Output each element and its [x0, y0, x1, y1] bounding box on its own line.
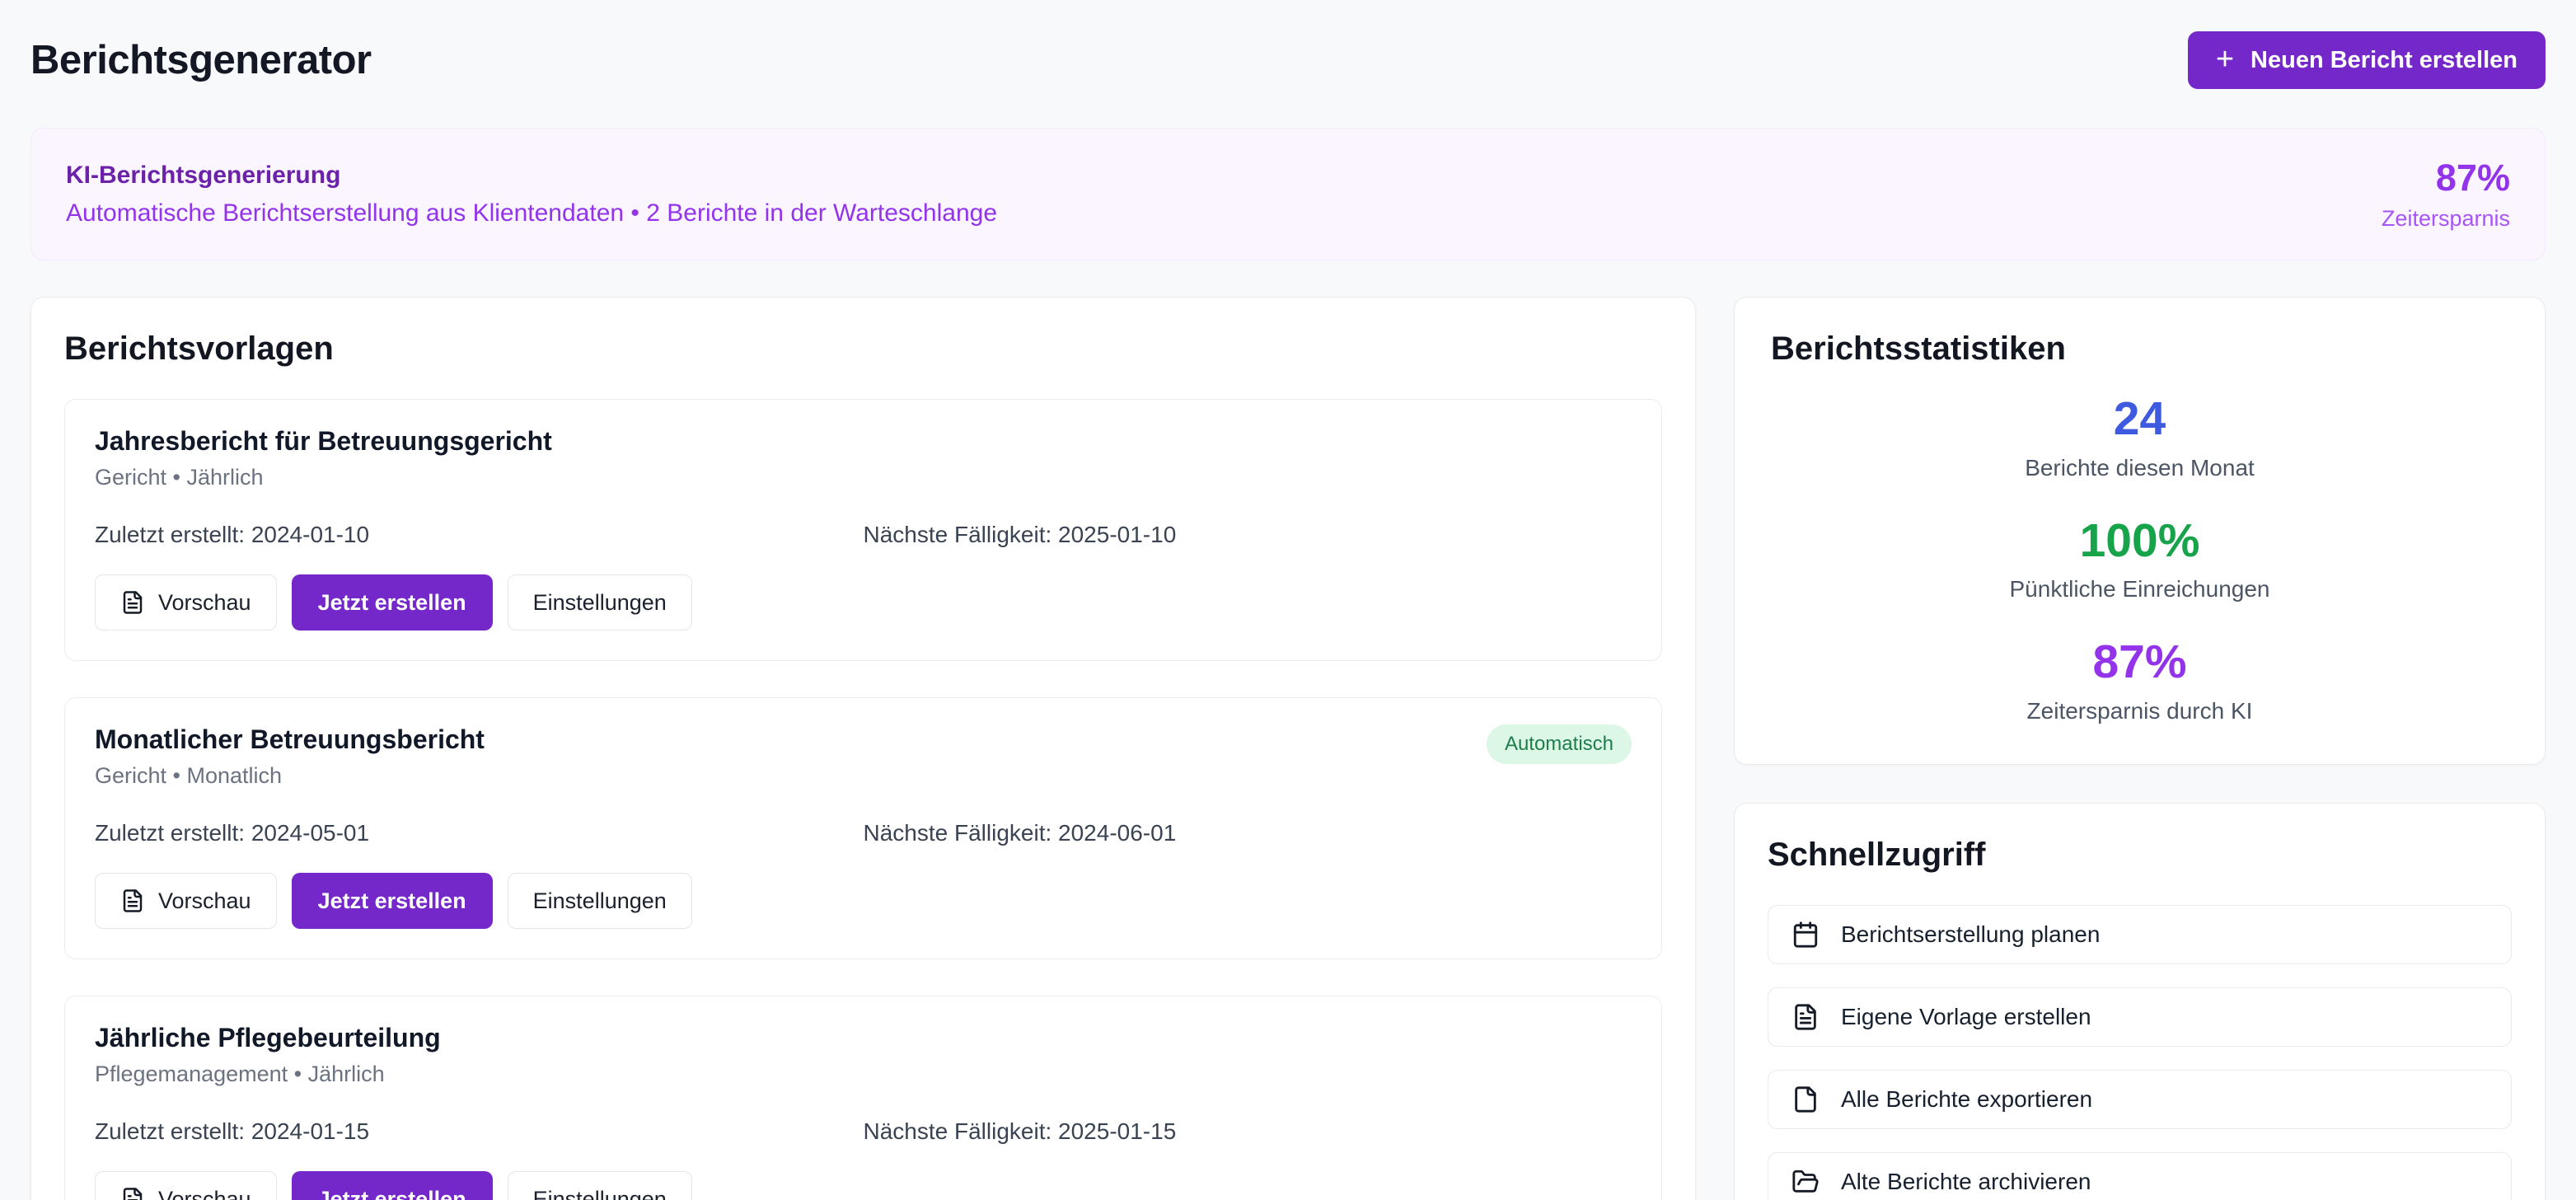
template-head: Monatlicher Betreuungsbericht Gericht • … — [95, 724, 1632, 789]
template-head-text: Jahresbericht für Betreuungsgericht Geri… — [95, 426, 552, 490]
ai-banner-stat-value: 87% — [2382, 157, 2510, 199]
settings-button-label: Einstellungen — [533, 590, 667, 616]
file-text-icon — [120, 590, 145, 615]
new-report-button[interactable]: + Neuen Bericht erstellen — [2188, 31, 2546, 89]
archive-reports-button[interactable]: Alte Berichte archivieren — [1768, 1152, 2512, 1200]
file-text-icon — [120, 888, 145, 913]
new-report-button-label: Neuen Bericht erstellen — [2250, 47, 2517, 74]
template-meta: Gericht • Monatlich — [95, 763, 485, 789]
settings-button[interactable]: Einstellungen — [508, 873, 692, 929]
generate-now-button[interactable]: Jetzt erstellen — [292, 873, 493, 929]
template-next-due: Nächste Fälligkeit: 2024-06-01 — [864, 820, 1632, 846]
stat-on-time-submissions: 100% Pünktliche Einreichungen — [1771, 514, 2508, 603]
export-reports-button[interactable]: Alle Berichte exportieren — [1768, 1070, 2512, 1129]
quick-access-section-title: Schnellzugriff — [1768, 837, 2512, 874]
ai-banner-stat: 87% Zeitersparnis — [2382, 157, 2510, 232]
template-head-text: Monatlicher Betreuungsbericht Gericht • … — [95, 724, 485, 789]
stat-label: Berichte diesen Monat — [1771, 455, 2508, 481]
stat-value: 24 — [1771, 392, 2508, 447]
template-actions: Vorschau Jetzt erstellen Einstellungen — [95, 873, 1632, 929]
template-title: Monatlicher Betreuungsbericht — [95, 724, 485, 755]
preview-button-label: Vorschau — [158, 590, 251, 616]
plus-icon: + — [2216, 44, 2234, 75]
template-dates: Zuletzt erstellt: 2024-01-15 Nächste Fäl… — [95, 1118, 1632, 1145]
main-content: Berichtsvorlagen Jahresbericht für Betre… — [30, 297, 2546, 1200]
generate-now-button-label: Jetzt erstellen — [318, 888, 466, 914]
template-card: Monatlicher Betreuungsbericht Gericht • … — [64, 697, 1662, 959]
file-text-icon — [120, 1187, 145, 1200]
template-meta: Gericht • Jährlich — [95, 465, 552, 490]
preview-button[interactable]: Vorschau — [95, 574, 277, 630]
template-dates: Zuletzt erstellt: 2024-05-01 Nächste Fäl… — [95, 820, 1632, 846]
quick-access-card: Schnellzugriff Berichtserstellung planen… — [1734, 803, 2546, 1200]
settings-button-label: Einstellungen — [533, 1187, 667, 1200]
schedule-report-label: Berichtserstellung planen — [1841, 921, 2100, 948]
preview-button-label: Vorschau — [158, 1187, 251, 1200]
create-template-label: Eigene Vorlage erstellen — [1841, 1004, 2091, 1030]
preview-button[interactable]: Vorschau — [95, 1171, 277, 1200]
template-title: Jährliche Pflegebeurteilung — [95, 1023, 441, 1053]
page-header: Berichtsgenerator + Neuen Bericht erstel… — [30, 0, 2546, 89]
template-card: Jahresbericht für Betreuungsgericht Geri… — [64, 399, 1662, 661]
template-title: Jahresbericht für Betreuungsgericht — [95, 426, 552, 457]
stats-card: Berichtsstatistiken 24 Berichte diesen M… — [1734, 297, 2546, 765]
settings-button-label: Einstellungen — [533, 888, 667, 914]
file-text-icon — [1791, 1003, 1820, 1031]
export-reports-label: Alle Berichte exportieren — [1841, 1086, 2092, 1113]
template-next-due: Nächste Fälligkeit: 2025-01-15 — [864, 1118, 1632, 1145]
file-icon — [1791, 1085, 1820, 1113]
archive-reports-label: Alte Berichte archivieren — [1841, 1169, 2091, 1195]
templates-section-title: Berichtsvorlagen — [64, 330, 1662, 368]
ai-banner-subtitle: Automatische Berichtserstellung aus Klie… — [66, 199, 997, 227]
generate-now-button-label: Jetzt erstellen — [318, 1187, 466, 1200]
calendar-icon — [1791, 921, 1820, 949]
page-title: Berichtsgenerator — [30, 37, 372, 83]
template-meta: Pflegemanagement • Jährlich — [95, 1062, 441, 1087]
settings-button[interactable]: Einstellungen — [508, 574, 692, 630]
schedule-report-button[interactable]: Berichtserstellung planen — [1768, 905, 2512, 964]
stat-time-saved: 87% Zeitersparnis durch KI — [1771, 635, 2508, 724]
stats-section-title: Berichtsstatistiken — [1771, 330, 2508, 368]
folder-open-icon — [1791, 1168, 1820, 1196]
stat-reports-this-month: 24 Berichte diesen Monat — [1771, 392, 2508, 481]
ai-banner-stat-label: Zeitersparnis — [2382, 206, 2510, 232]
generate-now-button[interactable]: Jetzt erstellen — [292, 574, 493, 630]
automatic-badge: Automatisch — [1487, 724, 1632, 764]
template-card: Jährliche Pflegebeurteilung Pflegemanage… — [64, 996, 1662, 1200]
preview-button-label: Vorschau — [158, 888, 251, 914]
template-actions: Vorschau Jetzt erstellen Einstellungen — [95, 1171, 1632, 1200]
report-generator-page: Berichtsgenerator + Neuen Bericht erstel… — [0, 0, 2576, 1200]
stat-value: 100% — [1771, 514, 2508, 569]
settings-button[interactable]: Einstellungen — [508, 1171, 692, 1200]
ai-banner-title: KI-Berichtsgenerierung — [66, 162, 997, 190]
template-head: Jährliche Pflegebeurteilung Pflegemanage… — [95, 1023, 1632, 1087]
template-actions: Vorschau Jetzt erstellen Einstellungen — [95, 574, 1632, 630]
ai-banner-text: KI-Berichtsgenerierung Automatische Beri… — [66, 162, 997, 227]
template-next-due: Nächste Fälligkeit: 2025-01-10 — [864, 522, 1632, 548]
stat-value: 87% — [1771, 635, 2508, 690]
template-last-created: Zuletzt erstellt: 2024-01-10 — [95, 522, 864, 548]
templates-card: Berichtsvorlagen Jahresbericht für Betre… — [30, 297, 1696, 1200]
template-head: Jahresbericht für Betreuungsgericht Geri… — [95, 426, 1632, 490]
ai-generation-banner: KI-Berichtsgenerierung Automatische Beri… — [30, 128, 2546, 260]
template-dates: Zuletzt erstellt: 2024-01-10 Nächste Fäl… — [95, 522, 1632, 548]
right-column: Berichtsstatistiken 24 Berichte diesen M… — [1734, 297, 2546, 1200]
generate-now-button[interactable]: Jetzt erstellen — [292, 1171, 493, 1200]
preview-button[interactable]: Vorschau — [95, 873, 277, 929]
template-last-created: Zuletzt erstellt: 2024-01-15 — [95, 1118, 864, 1145]
generate-now-button-label: Jetzt erstellen — [318, 590, 466, 616]
create-template-button[interactable]: Eigene Vorlage erstellen — [1768, 987, 2512, 1047]
template-head-text: Jährliche Pflegebeurteilung Pflegemanage… — [95, 1023, 441, 1087]
template-last-created: Zuletzt erstellt: 2024-05-01 — [95, 820, 864, 846]
stat-label: Zeitersparnis durch KI — [1771, 698, 2508, 724]
stat-label: Pünktliche Einreichungen — [1771, 576, 2508, 602]
